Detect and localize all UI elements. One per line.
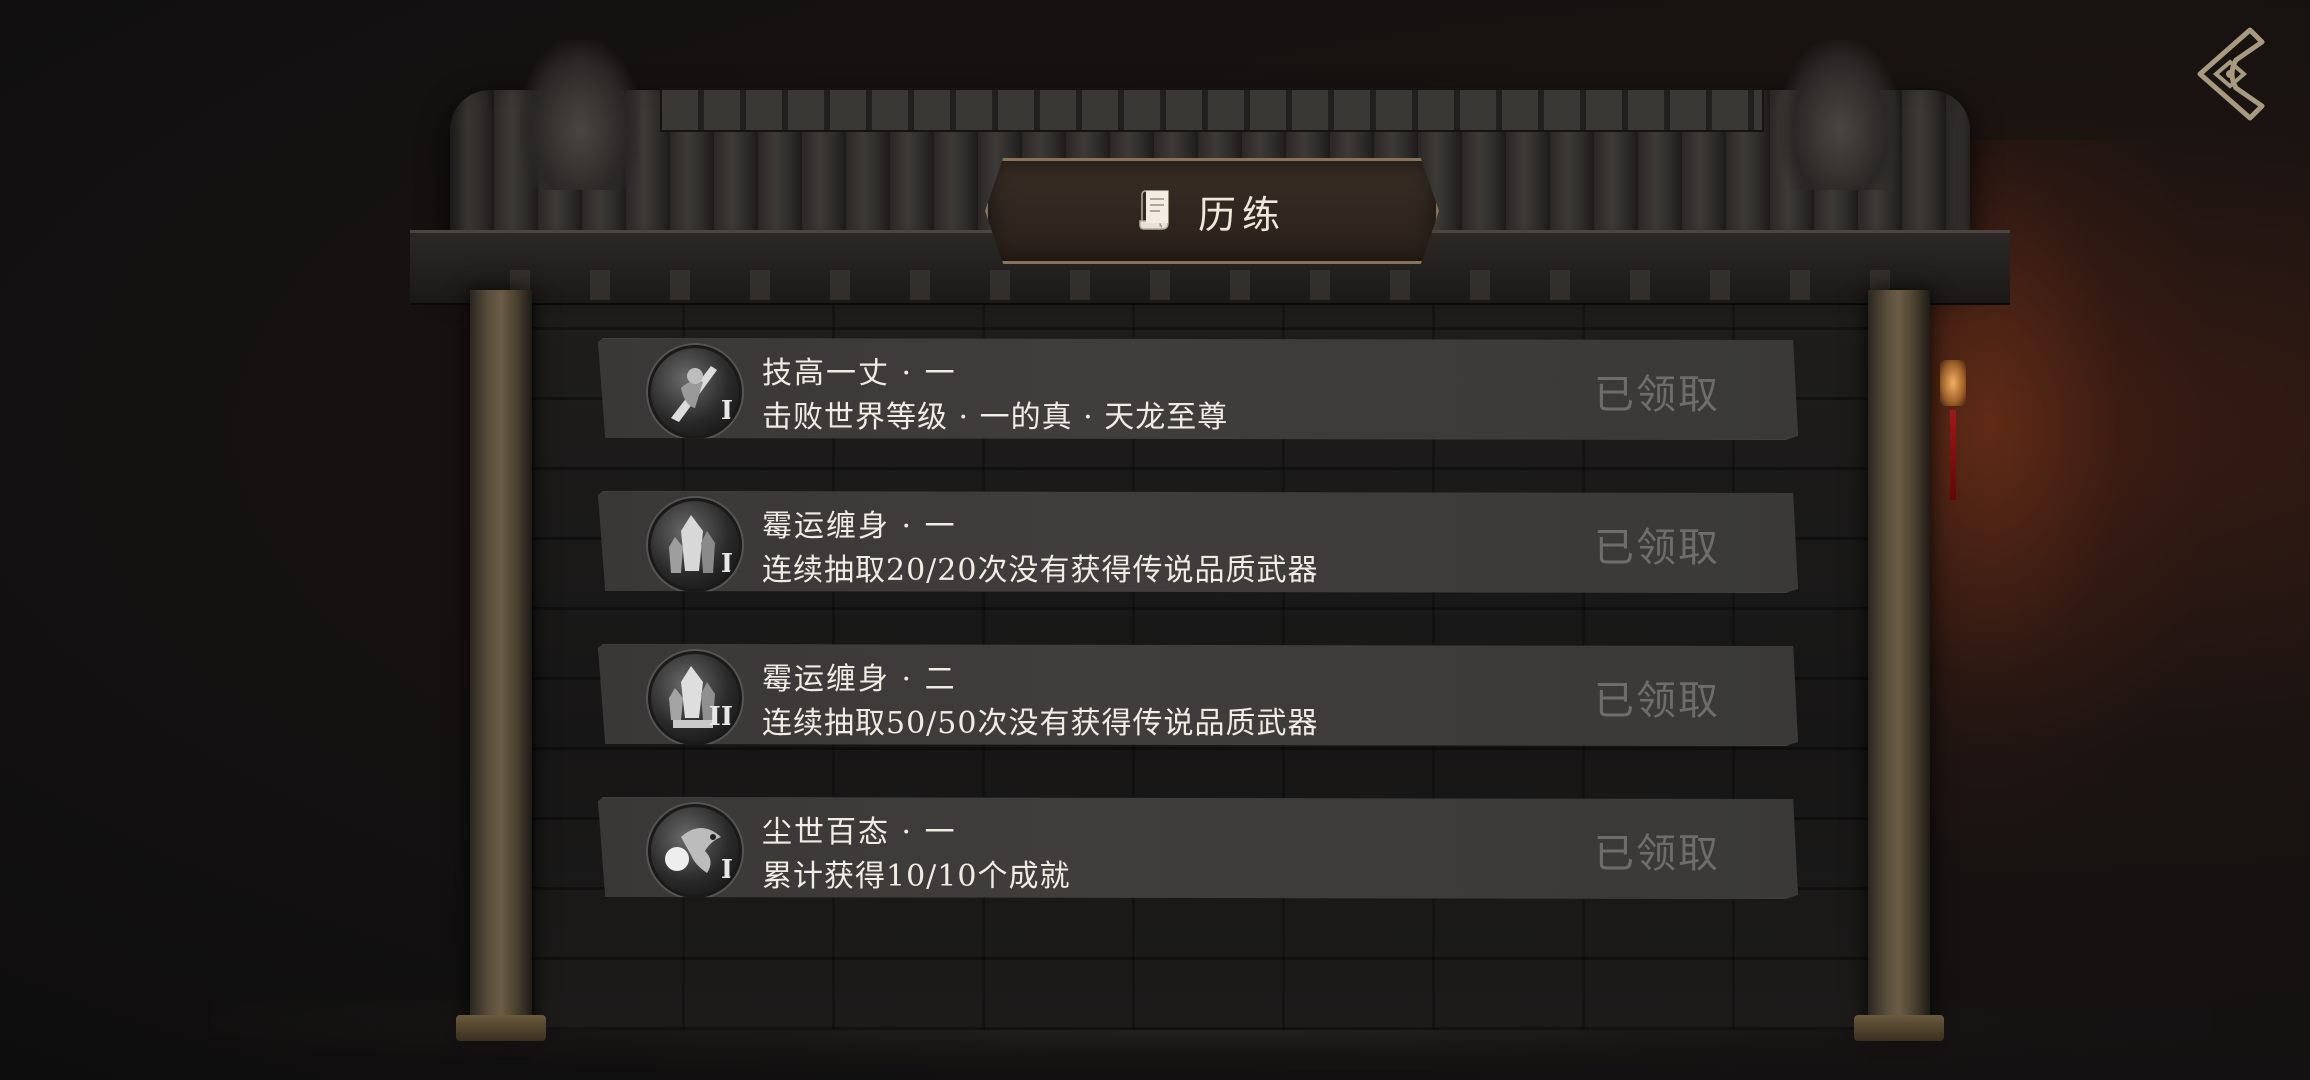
pillar-base-left bbox=[456, 1015, 546, 1041]
tier-numeral: I bbox=[720, 549, 733, 579]
roof-ornament-left bbox=[520, 40, 640, 190]
achievement-row: I 霉运缠身 · 一 连续抽取20/20次没有获得传说品质武器 已领取 bbox=[598, 491, 1798, 593]
achievement-row: I 尘世百态 · 一 累计获得10/10个成就 已领取 bbox=[598, 797, 1798, 899]
lantern bbox=[1940, 360, 1966, 406]
achievement-title: 技高一丈 · 一 bbox=[762, 356, 957, 391]
tier-numeral: I bbox=[720, 396, 733, 426]
roof-ornament-right bbox=[1780, 40, 1900, 190]
title-plaque: 历练 bbox=[985, 158, 1439, 264]
achievement-title: 尘世百态 · 一 bbox=[762, 815, 957, 850]
sword-warrior-icon: I bbox=[648, 345, 742, 439]
back-button[interactable] bbox=[2180, 24, 2280, 124]
claimed-status-button[interactable]: 已领取 bbox=[1594, 362, 1720, 420]
eave-pattern bbox=[470, 270, 1950, 300]
scroll-icon bbox=[1138, 187, 1174, 235]
tier-numeral: II bbox=[708, 702, 733, 732]
pillar-base-right bbox=[1854, 1015, 1944, 1041]
claimed-status-button[interactable]: 已领取 bbox=[1594, 668, 1720, 726]
page-title: 历练 bbox=[1197, 192, 1286, 237]
achievement-row: I 技高一丈 · 一 击败世界等级 · 一的真 · 天龙至尊 已领取 bbox=[598, 338, 1798, 440]
achievement-description: 连续抽取50/50次没有获得传说品质武器 bbox=[762, 706, 1319, 741]
achievement-title: 霉运缠身 · 一 bbox=[762, 509, 957, 544]
achievement-description: 累计获得10/10个成就 bbox=[762, 859, 1071, 894]
achievement-title: 霉运缠身 · 二 bbox=[762, 662, 957, 697]
claimed-status-button[interactable]: 已领取 bbox=[1594, 821, 1720, 879]
achievement-description: 连续抽取20/20次没有获得传说品质武器 bbox=[762, 553, 1319, 588]
crystal-icon: II bbox=[648, 651, 742, 745]
roof-ridge bbox=[660, 88, 1764, 132]
crystal-icon: I bbox=[648, 498, 742, 592]
back-arrow-icon bbox=[2197, 27, 2265, 121]
achievement-row: II 霉运缠身 · 二 连续抽取50/50次没有获得传说品质武器 已领取 bbox=[598, 644, 1798, 746]
pillar-left bbox=[470, 290, 532, 1030]
dragon-pearl-icon: I bbox=[648, 804, 742, 898]
achievement-description: 击败世界等级 · 一的真 · 天龙至尊 bbox=[762, 400, 1229, 435]
tier-numeral: I bbox=[720, 855, 733, 885]
claimed-status-button[interactable]: 已领取 bbox=[1594, 515, 1720, 573]
lantern-tassel bbox=[1950, 410, 1956, 500]
pillar-right bbox=[1868, 290, 1930, 1030]
